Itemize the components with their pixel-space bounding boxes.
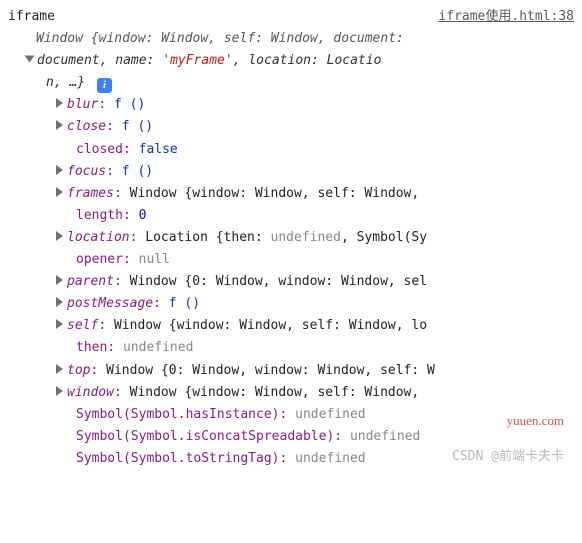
source-link[interactable]: iframe使用.html:38 — [438, 6, 574, 28]
prop-row[interactable]: blur: f () — [8, 94, 574, 116]
chevron-right-icon — [56, 120, 63, 130]
prop-row[interactable]: top: Window {0: Window, window: Window, … — [8, 360, 574, 382]
prop-row[interactable]: self: Window {window: Window, self: Wind… — [8, 315, 574, 337]
prop-row[interactable]: close: f () — [8, 116, 574, 138]
prop-row[interactable]: focus: f () — [8, 161, 574, 183]
object-preview-line3: n, …} — [46, 75, 85, 90]
prop-row: opener: null — [8, 249, 574, 271]
chevron-right-icon — [56, 386, 63, 396]
chevron-right-icon — [56, 297, 63, 307]
chevron-right-icon — [56, 165, 63, 175]
prop-row: length: 0 — [8, 205, 574, 227]
prop-row: Symbol(Symbol.hasInstance): undefined — [8, 404, 574, 426]
chevron-right-icon — [56, 231, 63, 241]
info-icon[interactable]: i — [97, 78, 112, 93]
object-preview-line2[interactable]: document, name: 'myFrame', location: Loc… — [37, 53, 381, 68]
prop-row: closed: false — [8, 139, 574, 161]
chevron-right-icon — [56, 98, 63, 108]
log-label: iframe — [8, 6, 55, 28]
prop-row[interactable]: window: Window {window: Window, self: Wi… — [8, 382, 574, 404]
chevron-right-icon — [56, 187, 63, 197]
prop-row: then: undefined — [8, 337, 574, 359]
chevron-down-icon[interactable] — [25, 56, 35, 63]
chevron-right-icon — [56, 319, 63, 329]
watermark-text: yuuen.com — [507, 410, 564, 432]
chevron-right-icon — [56, 275, 63, 285]
object-preview-line1: Window {window: Window, self: Window, do… — [8, 28, 574, 50]
prop-row: Symbol(Symbol.isConcatSpreadable): undef… — [8, 426, 574, 448]
prop-row[interactable]: frames: Window {window: Window, self: Wi… — [8, 183, 574, 205]
chevron-right-icon — [56, 364, 63, 374]
prop-row[interactable]: location: Location {then: undefined, Sym… — [8, 227, 574, 249]
prop-row[interactable]: parent: Window {0: Window, window: Windo… — [8, 271, 574, 293]
prop-row[interactable]: postMessage: f () — [8, 293, 574, 315]
watermark-text: CSDN @前端卡夫卡 — [452, 446, 564, 468]
